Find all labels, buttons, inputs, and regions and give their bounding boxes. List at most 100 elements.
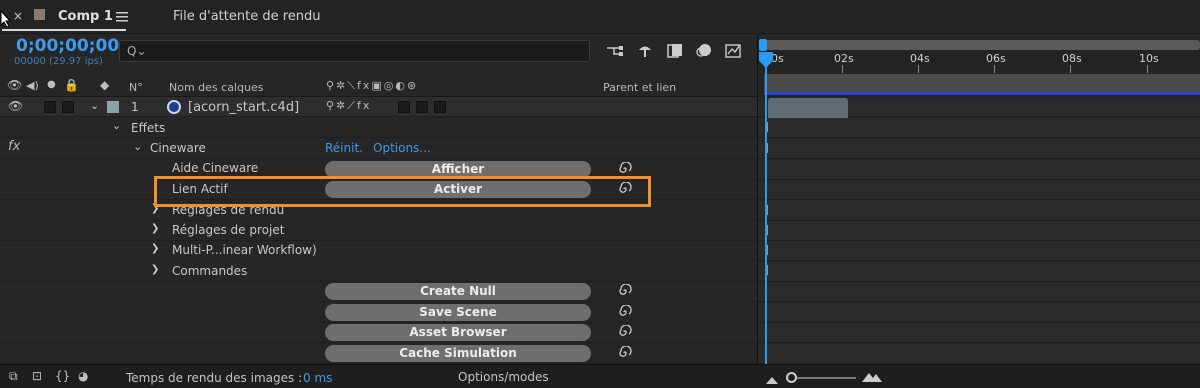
cineware-chevron-icon[interactable]: ⌄ [133,140,142,153]
expression-swirl-icon[interactable] [618,304,632,322]
audio-switch-box[interactable] [44,101,56,113]
audio-header-icon: ◀) [26,79,39,92]
timeline-row [758,344,1200,364]
ruler-tick-label: 08s [1062,52,1082,65]
c4d-file-icon [167,100,181,114]
frame-count: 00000 (29.97 ips) [14,56,103,67]
switches-header-icons: ⚲✲⟍fx▣◎◐⊛ [326,79,419,92]
group-label: Réglages de projet [172,223,285,237]
timeline-row [758,323,1200,343]
search-icon: Q⌄ [127,44,147,58]
solo-header-icon: ● [47,79,56,90]
options-modes-button[interactable]: Options/modes [458,370,549,384]
expand-layer-chevron-icon[interactable]: ⌄ [90,99,99,112]
tab-comp1[interactable]: Comp 1 [58,9,113,24]
timeline-row [758,241,1200,261]
timeline-row [758,139,1200,159]
expression-swirl-icon[interactable] [618,283,632,301]
group-label: Commandes [172,264,248,278]
timeline-row [758,118,1200,138]
expression-swirl-icon[interactable] [618,324,632,342]
group-row[interactable] [0,241,757,261]
reset-link[interactable]: Réinit. [325,141,363,155]
search-input[interactable]: Q⌄ [119,40,590,62]
property-label-aide: Aide Cineware [172,161,259,175]
shy-layers-icon[interactable] [637,42,653,58]
save-scene-button[interactable]: Save Scene [325,304,591,321]
switch-box-a[interactable] [398,101,410,113]
cineware-label: Cineware [150,141,206,155]
timeline-row [758,282,1200,302]
close-tab-icon[interactable]: × [13,9,23,23]
switch-box-b[interactable] [416,101,428,113]
ruler-tick-label: 06s [986,52,1006,65]
motion-blur-icon[interactable] [696,43,712,58]
ruler-tick [1070,65,1071,73]
hamburger-menu-icon[interactable] [116,11,128,22]
work-area-bar[interactable] [764,74,1200,92]
expand-arrow-icon[interactable]: ❯ [151,243,159,254]
zoom-slider-knob[interactable] [786,372,797,383]
layer-switches[interactable]: ⚲✲⟋fx [326,99,371,113]
ruler-tick-label: 10s [1139,52,1159,65]
timeline-row [758,303,1200,323]
ruler-tick-label: 02s [834,52,854,65]
expression-swirl-icon[interactable] [618,345,632,363]
timeline-row [758,221,1200,241]
highlight-box [154,176,651,207]
tab-underline [2,29,126,31]
current-time-indicator[interactable] [765,52,767,364]
timeline-row [758,180,1200,200]
column-parent: Parent et lien [603,81,677,94]
navigator-start-handle[interactable] [759,39,767,51]
render-time-label: Temps de rendu des images : [126,371,303,385]
comp-settings-icon[interactable]: ⧉ [9,369,18,384]
visibility-eye-icon[interactable]: 👁 [8,99,23,113]
visibility-header-icon: 👁 [7,78,23,92]
zoom-in-mountain-icon[interactable] [862,371,882,382]
ruler-tick [994,65,995,73]
column-number: N° [129,81,143,94]
layer-name[interactable]: [acorn_start.c4d] [188,100,299,115]
ruler-tick [1147,65,1148,73]
create-null-button[interactable]: Create Null [325,283,591,300]
time-navigator[interactable] [762,40,1200,50]
tab-render-queue[interactable]: File d'attente de rendu [173,9,321,24]
lock-header-icon: 🔒 [64,78,79,92]
group-label: Multi-P...inear Workflow) [172,243,317,257]
expand-arrow-icon[interactable]: ❯ [151,223,159,234]
asset-browser-button[interactable]: Asset Browser [325,324,591,341]
layer-label-color[interactable] [107,101,119,113]
zoom-slider-track[interactable] [790,377,856,379]
expand-arrow-icon[interactable]: ❯ [151,264,159,275]
ruler-tick-label: 04s [910,52,930,65]
timeline-row [758,201,1200,221]
graph-editor-icon[interactable] [724,42,742,59]
comp-flowchart-icon[interactable] [606,44,624,58]
effects-label: Effets [131,121,166,135]
options-link[interactable]: Options... [373,141,431,155]
frame-blending-icon[interactable] [667,43,683,58]
timecode-display[interactable]: 0;00;00;00 [16,36,119,56]
effects-chevron-icon[interactable]: ⌄ [112,119,121,132]
label-tag-icon: ◆ [100,78,110,92]
fx-icon[interactable]: fx [8,139,20,154]
solo-switch-box[interactable] [62,101,74,113]
column-layer-name[interactable]: Nom des calques [169,81,263,94]
comp-color-swatch [34,9,45,20]
timeline-row [758,160,1200,180]
group-row[interactable] [0,221,757,241]
layer-duration-bar[interactable] [768,98,848,118]
layer-index: 1 [131,100,139,114]
ruler-tick [842,65,843,73]
group-row[interactable] [0,262,757,282]
draft-3d-icon[interactable]: ◕ [78,369,88,383]
cache-simulation-button[interactable]: Cache Simulation [325,345,591,362]
switch-box-c[interactable] [434,101,446,113]
braces-icon[interactable]: {} [55,369,70,383]
work-area-range[interactable] [764,92,1200,95]
zoom-out-mountain-icon[interactable] [766,373,778,384]
render-toggle-icon[interactable]: ⊡ [32,369,42,383]
timeline-row [758,262,1200,282]
ruler-tick [918,65,919,73]
